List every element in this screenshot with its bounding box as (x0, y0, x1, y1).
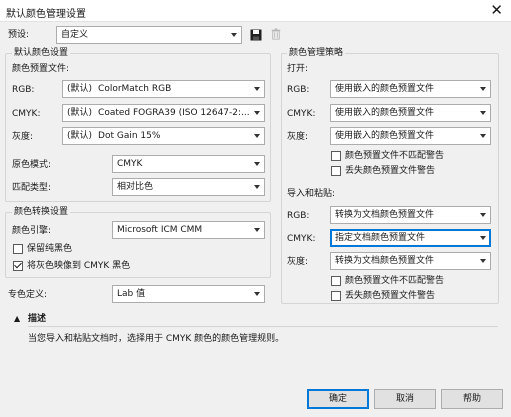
conversion-title: 颜色转换设置 (12, 206, 71, 218)
import-warn-missing-checkbox[interactable] (331, 291, 341, 301)
description-divider (28, 326, 498, 327)
chevron-down-icon (480, 134, 486, 138)
import-warn-mismatch-checkbox[interactable] (331, 276, 341, 286)
import-cmyk-label: CMYK: (287, 234, 316, 244)
map-gray-checkbox[interactable] (13, 261, 23, 271)
rendering-intent-value: 相对比色 (117, 182, 154, 192)
open-rgb-value: 使用嵌入的颜色预置文件 (335, 84, 435, 94)
delete-icon[interactable] (270, 28, 282, 40)
import-warn-missing-label: 丢失颜色预置文件警告 (345, 291, 436, 301)
default-tag: (默认) (67, 131, 93, 141)
chevron-down-icon (254, 292, 260, 296)
import-rgb-value: 转换为文档颜色预置文件 (335, 210, 435, 220)
preserve-black-label: 保留纯黑色 (27, 244, 73, 254)
chevron-down-icon (480, 87, 486, 91)
import-rgb-label: RGB: (287, 211, 310, 221)
open-cmyk-value: 使用嵌入的颜色预置文件 (335, 108, 435, 118)
chevron-down-icon (254, 185, 260, 189)
chevron-down-icon (254, 87, 260, 91)
spot-definition-dropdown[interactable]: Lab 值 (112, 285, 265, 303)
import-warn-mismatch-label: 颜色预置文件不匹配警告 (345, 276, 445, 286)
preset-value: 自定义 (61, 30, 89, 40)
open-gray-dropdown[interactable]: 使用嵌入的颜色预置文件 (330, 127, 491, 145)
open-cmyk-label: CMYK: (287, 109, 316, 119)
rendering-intent-dropdown[interactable]: 相对比色 (112, 178, 265, 196)
close-icon[interactable]: ✕ (490, 2, 503, 18)
window-title: 默认颜色管理设置 (6, 9, 86, 20)
help-button[interactable]: 帮助 (441, 389, 503, 409)
title-bar: 默认颜色管理设置 ✕ (0, 0, 511, 22)
description-text: 当您导入和粘贴文档时，选择用于 CMYK 颜色的颜色管理规则。 (28, 334, 285, 344)
chevron-down-icon (254, 162, 260, 166)
gray-profile-dropdown[interactable]: (默认) Dot Gain 15% (62, 127, 265, 145)
chevron-down-icon (231, 33, 237, 37)
preset-dropdown[interactable]: 自定义 (56, 26, 242, 44)
collapse-description-icon[interactable]: ▲ (14, 313, 20, 325)
cmyk-profile-dropdown[interactable]: (默认) Coated FOGRA39 (ISO 12647-2:... (62, 104, 265, 122)
open-rgb-label: RGB: (287, 85, 310, 95)
rgb-profile-dropdown[interactable]: (默认) ColorMatch RGB (62, 80, 265, 98)
import-section-title: 导入和粘贴: (287, 189, 336, 199)
open-section-title: 打开: (287, 64, 309, 74)
map-gray-label: 将灰色映像到 CMYK 黑色 (27, 261, 131, 271)
default-colors-title: 默认颜色设置 (12, 47, 71, 59)
save-icon[interactable] (250, 29, 262, 41)
default-tag: (默认) (67, 84, 93, 94)
rendering-intent-label: 匹配类型: (12, 183, 52, 193)
import-cmyk-value: 指定文档颜色预置文件 (335, 233, 426, 243)
spot-definition-label: 专色定义: (8, 290, 48, 300)
import-cmyk-dropdown[interactable]: 指定文档颜色预置文件 (330, 229, 491, 247)
import-gray-label: 灰度: (287, 257, 309, 267)
chevron-down-icon (480, 111, 486, 115)
open-warn-mismatch-checkbox[interactable] (331, 151, 341, 161)
cmyk-profile-value: Coated FOGRA39 (ISO 12647-2:... (98, 108, 250, 118)
gray-profile-label: 灰度: (12, 132, 34, 142)
import-gray-dropdown[interactable]: 转换为文档颜色预置文件 (330, 252, 491, 270)
open-rgb-dropdown[interactable]: 使用嵌入的颜色预置文件 (330, 80, 491, 98)
default-tag: (默认) (67, 108, 93, 118)
color-engine-dropdown[interactable]: Microsoft ICM CMM (112, 221, 265, 239)
color-engine-value: Microsoft ICM CMM (117, 225, 203, 235)
chevron-down-icon (480, 236, 486, 240)
chevron-down-icon (480, 213, 486, 217)
open-warn-missing-checkbox[interactable] (331, 166, 341, 176)
rgb-profile-label: RGB: (12, 85, 35, 95)
description-title: 描述 (28, 314, 47, 324)
primary-mode-dropdown[interactable]: CMYK (112, 155, 265, 173)
open-warn-mismatch-label: 颜色预置文件不匹配警告 (345, 151, 445, 161)
preset-label: 预设: (8, 30, 30, 40)
color-engine-label: 颜色引擎: (12, 226, 52, 236)
primary-mode-value: CMYK (117, 159, 143, 169)
chevron-down-icon (480, 259, 486, 263)
open-cmyk-dropdown[interactable]: 使用嵌入的颜色预置文件 (330, 104, 491, 122)
open-gray-label: 灰度: (287, 132, 309, 142)
chevron-down-icon (254, 134, 260, 138)
gray-profile-value: Dot Gain 15% (98, 131, 161, 141)
open-warn-missing-label: 丢失颜色预置文件警告 (345, 166, 436, 176)
cancel-button[interactable]: 取消 (374, 389, 436, 409)
import-rgb-dropdown[interactable]: 转换为文档颜色预置文件 (330, 206, 491, 224)
spot-definition-value: Lab 值 (117, 289, 146, 299)
cmyk-profile-label: CMYK: (12, 109, 41, 119)
primary-mode-label: 原色模式: (12, 160, 52, 170)
import-gray-value: 转换为文档颜色预置文件 (335, 256, 435, 266)
policies-title: 颜色管理策略 (287, 47, 346, 59)
preserve-black-checkbox[interactable] (13, 244, 23, 254)
ok-button[interactable]: 确定 (307, 389, 369, 409)
chevron-down-icon (254, 111, 260, 115)
open-gray-value: 使用嵌入的颜色预置文件 (335, 131, 435, 141)
chevron-down-icon (254, 228, 260, 232)
color-profiles-label: 颜色预置文件: (12, 64, 70, 74)
rgb-profile-value: ColorMatch RGB (98, 84, 172, 94)
